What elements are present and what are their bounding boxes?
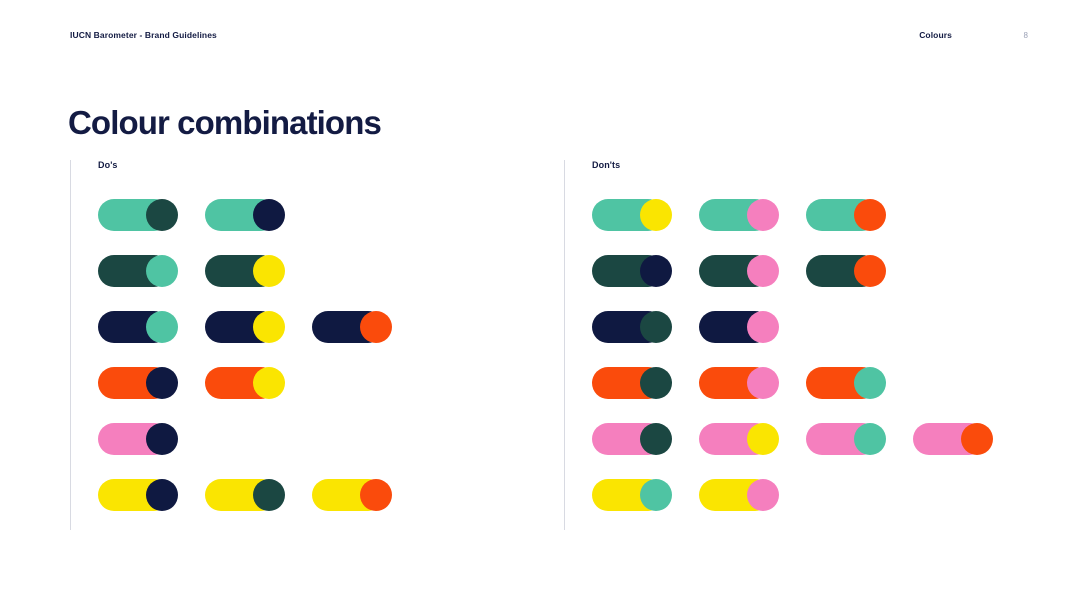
- swatch-row: [592, 311, 1080, 367]
- swatch-row: [592, 367, 1080, 423]
- donts-column-label: Don'ts: [592, 160, 621, 170]
- colour-combination-swatch: [699, 367, 779, 399]
- colour-combination-swatch: [699, 255, 779, 287]
- swatch-dot: [146, 199, 178, 231]
- swatch-dot: [146, 255, 178, 287]
- dos-swatch-grid: [98, 199, 564, 535]
- colour-combination-swatch: [699, 199, 779, 231]
- swatch-row: [592, 479, 1080, 535]
- swatch-row: [98, 479, 564, 535]
- swatch-row: [98, 423, 564, 479]
- swatch-dot: [360, 311, 392, 343]
- dos-column-label: Do's: [98, 160, 118, 170]
- colour-combination-swatch: [98, 199, 178, 231]
- swatch-dot: [747, 423, 779, 455]
- colour-combination-swatch: [98, 255, 178, 287]
- colour-combination-swatch: [806, 367, 886, 399]
- colour-combination-swatch: [806, 199, 886, 231]
- swatch-dot: [253, 367, 285, 399]
- swatch-dot: [640, 255, 672, 287]
- swatch-dot: [253, 199, 285, 231]
- colour-combination-swatch: [205, 255, 285, 287]
- swatch-dot: [747, 199, 779, 231]
- swatch-dot: [747, 367, 779, 399]
- colour-combination-swatch: [98, 367, 178, 399]
- swatch-dot: [747, 311, 779, 343]
- colour-combination-columns: Do's Don'ts: [70, 160, 1040, 535]
- section-label: Colours: [919, 30, 952, 40]
- colour-combination-swatch: [699, 423, 779, 455]
- colour-combination-swatch: [312, 479, 392, 511]
- colour-combination-swatch: [205, 311, 285, 343]
- colour-combination-swatch: [592, 255, 672, 287]
- swatch-dot: [253, 311, 285, 343]
- colour-combination-swatch: [592, 479, 672, 511]
- colour-combination-swatch: [699, 479, 779, 511]
- page-title: Colour combinations: [68, 104, 382, 142]
- swatch-dot: [854, 423, 886, 455]
- colour-combination-swatch: [98, 479, 178, 511]
- swatch-dot: [146, 479, 178, 511]
- swatch-dot: [854, 199, 886, 231]
- swatch-row: [98, 255, 564, 311]
- swatch-row: [592, 255, 1080, 311]
- swatch-dot: [640, 367, 672, 399]
- colour-combination-swatch: [592, 199, 672, 231]
- swatch-row: [98, 367, 564, 423]
- swatch-dot: [854, 255, 886, 287]
- dos-column: Do's: [70, 160, 564, 535]
- colour-combination-swatch: [913, 423, 993, 455]
- swatch-row: [592, 423, 1080, 479]
- swatch-dot: [854, 367, 886, 399]
- swatch-dot: [640, 311, 672, 343]
- colour-combination-swatch: [98, 311, 178, 343]
- document-title: IUCN Barometer - Brand Guidelines: [70, 30, 217, 40]
- page-number: 8: [1023, 30, 1028, 40]
- colour-combination-swatch: [806, 423, 886, 455]
- colour-combination-swatch: [806, 255, 886, 287]
- column-divider: [564, 160, 565, 530]
- swatch-dot: [640, 479, 672, 511]
- swatch-dot: [253, 255, 285, 287]
- colour-combination-swatch: [98, 423, 178, 455]
- donts-column: Don'ts: [564, 160, 1080, 535]
- colour-combination-swatch: [592, 311, 672, 343]
- colour-combination-swatch: [699, 311, 779, 343]
- colour-combination-swatch: [312, 311, 392, 343]
- swatch-dot: [747, 255, 779, 287]
- colour-combination-swatch: [592, 367, 672, 399]
- column-divider: [70, 160, 71, 530]
- swatch-row: [592, 199, 1080, 255]
- slide-header: IUCN Barometer - Brand Guidelines Colour…: [70, 27, 1028, 43]
- donts-swatch-grid: [592, 199, 1080, 535]
- header-right-group: Colours 8: [919, 30, 1028, 40]
- swatch-row: [98, 199, 564, 255]
- swatch-dot: [146, 423, 178, 455]
- swatch-dot: [640, 199, 672, 231]
- swatch-dot: [961, 423, 993, 455]
- colour-combination-swatch: [205, 479, 285, 511]
- colour-combination-swatch: [592, 423, 672, 455]
- swatch-dot: [146, 367, 178, 399]
- colour-combination-swatch: [205, 367, 285, 399]
- swatch-dot: [640, 423, 672, 455]
- swatch-row: [98, 311, 564, 367]
- swatch-dot: [253, 479, 285, 511]
- swatch-dot: [360, 479, 392, 511]
- colour-combination-swatch: [205, 199, 285, 231]
- swatch-dot: [747, 479, 779, 511]
- swatch-dot: [146, 311, 178, 343]
